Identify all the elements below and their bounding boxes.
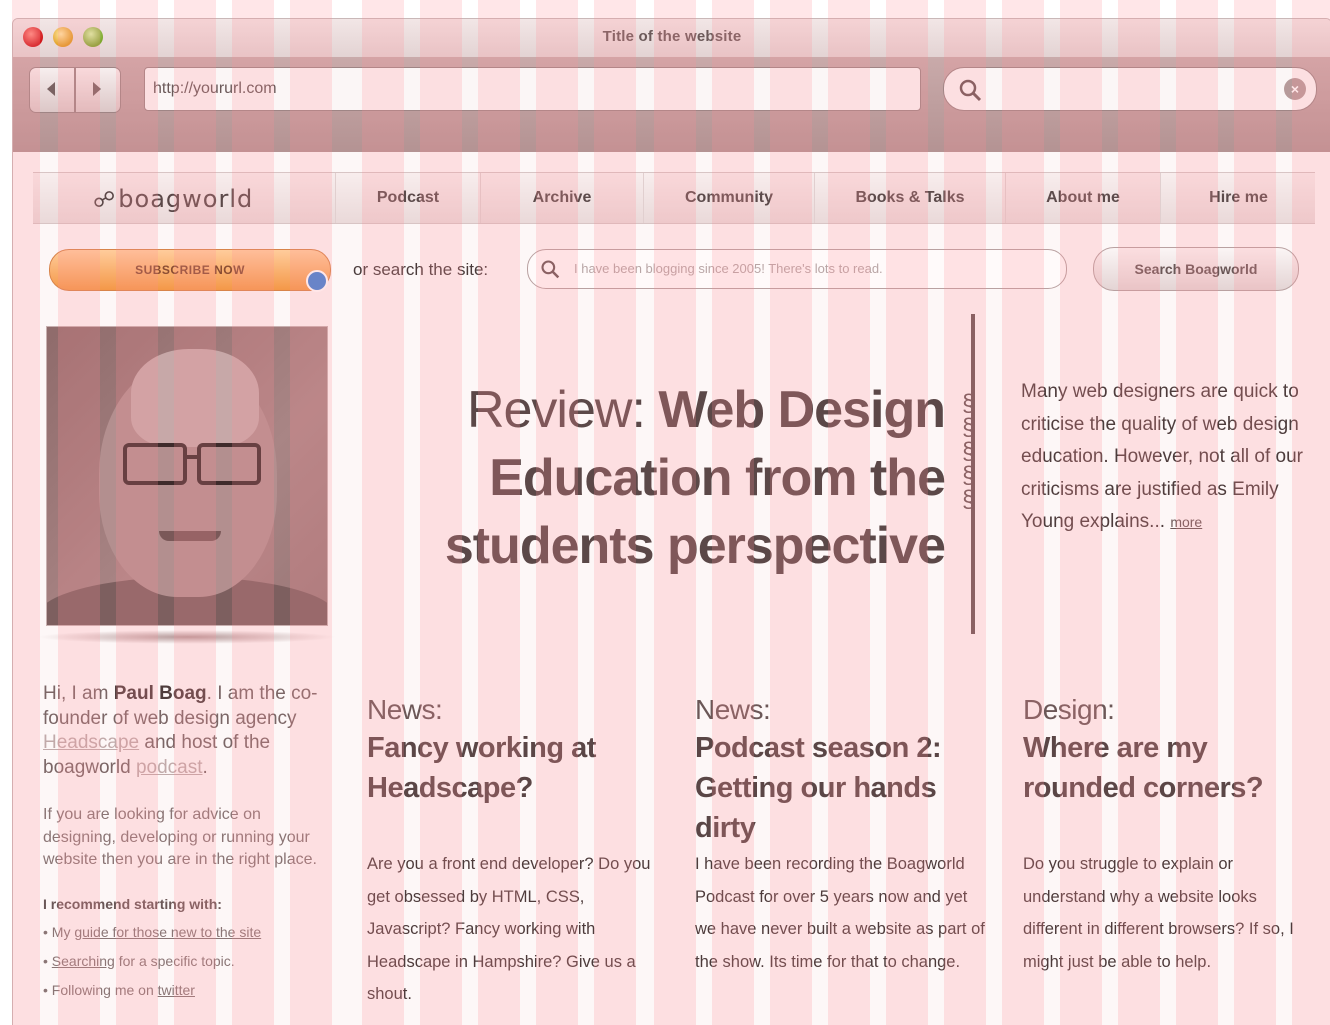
hero-prefix: Review: [466, 381, 659, 439]
article-category: Design: [1023, 694, 1115, 725]
article-summary: Are you a front end developer? Do you ge… [367, 855, 651, 1004]
article-summary: Do you struggle to explain or understand… [1023, 855, 1294, 971]
article-card: Design: Where are my rounded corners? Do… [1023, 692, 1313, 971]
site-logo[interactable]: ☍boagworld [93, 185, 253, 213]
nav-community[interactable]: Community [643, 173, 814, 223]
bio-advice: If you are looking for advice on designi… [43, 806, 317, 868]
author-photo [46, 326, 328, 626]
search-placeholder: I have been blogging since 2005! There's… [574, 261, 883, 276]
search-icon [959, 79, 982, 102]
twitter-link[interactable]: twitter [158, 982, 195, 998]
guide-link[interactable]: guide for those new to the site [74, 924, 261, 940]
bio-text: . [202, 756, 208, 778]
article-summary: I have been recording the Boagworld Podc… [695, 855, 985, 971]
headscape-link[interactable]: Headscape [43, 732, 139, 753]
search-icon [541, 260, 560, 279]
nav-podcast[interactable]: Podcast [335, 173, 480, 223]
search-button[interactable]: Search Boagworld [1093, 247, 1299, 291]
subscribe-label: SUBSCRIBE NOW [135, 263, 245, 277]
nav-hire-me[interactable]: Hire me [1160, 173, 1316, 223]
back-button[interactable] [29, 67, 75, 113]
list-text: My [51, 924, 75, 940]
more-link[interactable]: more [1170, 514, 1202, 530]
article-category: News: [367, 694, 443, 725]
searching-link[interactable]: Searching [52, 953, 115, 969]
browser-window: Title of the website http://yoururl.com … [12, 18, 1330, 1025]
site-navigation: ☍boagworld Podcast Archive Community Boo… [33, 172, 1315, 224]
article-title[interactable]: Where are my rounded corners? [1023, 728, 1313, 808]
list-item: • Following me on twitter [43, 982, 195, 998]
nav-archive[interactable]: Archive [480, 173, 643, 223]
search-prompt: or search the site: [353, 260, 489, 279]
address-bar-text: http://yoururl.com [153, 80, 277, 97]
list-item: • My guide for those new to the site [43, 924, 262, 940]
logo-text: boagworld [118, 185, 254, 213]
screenshot: Title of the website http://yoururl.com … [0, 0, 1330, 1025]
intro-text: Many web designers are quick to criticis… [1021, 381, 1304, 532]
author-bio: Hi, I am Paul Boag. I am the co-founder … [43, 682, 333, 780]
title-bar: Title of the website [13, 19, 1330, 57]
nav-books-talks[interactable]: Books & Talks [814, 173, 1005, 223]
site-search-input[interactable]: I have been blogging since 2005! There's… [527, 249, 1067, 289]
list-text: Following me on [51, 982, 158, 998]
back-arrow-icon [47, 82, 55, 96]
list-text: for a specific topic. [114, 953, 235, 969]
rss-icon [306, 270, 328, 292]
window-title: Title of the website [602, 28, 742, 45]
photo-shadow [37, 630, 337, 644]
scroll-ornament-icon: § § § § § [962, 390, 976, 513]
logo-mark-icon: ☍ [93, 188, 117, 213]
nav-about-me[interactable]: About me [1005, 173, 1160, 223]
article-card: News: Podcast season 2: Getting our hand… [695, 692, 985, 971]
list-item: • Searching for a specific topic. [43, 953, 235, 969]
article-card: News: Fancy working at Headscape? Are yo… [367, 692, 657, 1003]
forward-arrow-icon [93, 82, 101, 96]
recommend-list: • My guide for those new to the site • S… [43, 924, 343, 1011]
article-category: News: [695, 694, 771, 725]
featured-article-title[interactable]: Review: Web Design Education from the st… [365, 376, 946, 580]
forward-button[interactable] [75, 67, 121, 113]
subscribe-button[interactable]: SUBSCRIBE NOW [49, 249, 331, 292]
browser-toolbar: http://yoururl.com × [13, 57, 1330, 152]
article-title[interactable]: Podcast season 2: Getting our hands dirt… [695, 728, 975, 848]
browser-search-field[interactable]: × [943, 67, 1317, 111]
article-title[interactable]: Fancy working at Headscape? [367, 728, 657, 808]
clear-search-icon[interactable]: × [1284, 78, 1306, 100]
recommend-heading: I recommend starting with: [43, 896, 222, 912]
bio-text: Hi, I am [43, 683, 114, 704]
author-name: Paul Boag [113, 683, 207, 704]
podcast-link[interactable]: podcast [136, 757, 203, 778]
website-content: ☍boagworld Podcast Archive Community Boo… [13, 152, 1330, 1025]
address-bar[interactable]: http://yoururl.com [144, 67, 921, 111]
featured-intro: Many web designers are quick to criticis… [1021, 376, 1313, 539]
